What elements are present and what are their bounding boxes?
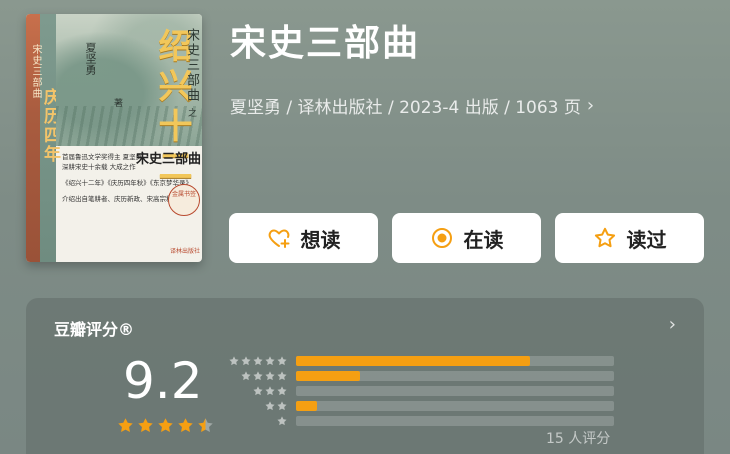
small-star-icon: [253, 356, 263, 366]
book-meta-text: 夏坚勇 / 译林出版社 / 2023-4 出版 / 1063 页: [230, 98, 581, 118]
rating-distribution-row: [226, 399, 614, 413]
book-cover[interactable]: 宋史三部曲 庆历四年 夏坚勇 著 绍兴十二 宋史三部曲 之 首届鲁迅文学奖得主 …: [26, 14, 202, 262]
rating-distribution: [226, 354, 614, 429]
star-filled-icon: [178, 418, 193, 432]
cover-series-vertical: 宋史三部曲: [184, 28, 199, 103]
cover-seal-text: 金属书签: [171, 191, 196, 198]
spine-stack: 宋史三部曲 庆历四年: [26, 14, 60, 262]
distribution-bar-fill: [296, 371, 360, 381]
cover-seal: 金属书签: [168, 184, 200, 216]
distribution-bar-fill: [296, 356, 530, 366]
distribution-star-level: [226, 415, 288, 427]
distribution-bar-track: [296, 356, 614, 366]
cover-series-index: 之: [188, 109, 198, 119]
distribution-star-level: [226, 370, 288, 382]
small-star-icon: [241, 356, 251, 366]
star-filled-icon: [158, 418, 173, 432]
reading-label: 在读: [463, 227, 504, 252]
want-to-read-label: 想读: [300, 227, 341, 252]
rating-distribution-row: [226, 384, 614, 398]
heart-plus-icon: [268, 229, 289, 248]
distribution-star-level: [226, 385, 288, 397]
book-title: 宋史三部曲: [230, 23, 421, 64]
small-star-icon: [265, 401, 275, 411]
chevron-right-icon: ›: [668, 314, 676, 335]
rating-card[interactable]: 豆瓣评分® › 9.2 15 人评分: [26, 298, 704, 454]
small-star-icon: [265, 386, 275, 396]
reading-button[interactable]: 在读: [392, 213, 541, 263]
small-star-icon: [229, 356, 239, 366]
small-star-icon: [277, 416, 287, 426]
cover-author-suffix: 著: [114, 99, 124, 109]
cover-publisher-mark: 译林出版社: [170, 248, 201, 255]
star-filled-icon: [118, 418, 133, 432]
small-star-icon: [241, 371, 251, 381]
star-filled-icon: [138, 418, 153, 432]
want-to-read-button[interactable]: 想读: [229, 213, 378, 263]
distribution-bar-track: [296, 416, 614, 426]
small-star-icon: [265, 356, 275, 366]
small-star-icon: [277, 386, 287, 396]
small-star-icon: [253, 386, 263, 396]
distribution-bar-track: [296, 371, 614, 381]
rating-stars: [116, 416, 215, 435]
small-star-icon: [277, 356, 287, 366]
distribution-bar-track: [296, 386, 614, 396]
distribution-bar-track: [296, 401, 614, 411]
small-star-icon: [277, 371, 287, 381]
star-half-icon: [198, 418, 213, 432]
rating-title: 豆瓣评分®: [54, 320, 135, 339]
rating-distribution-row: [226, 414, 614, 428]
cover-author: 夏坚勇: [84, 42, 97, 75]
distribution-star-level: [226, 400, 288, 412]
chevron-right-icon: ›: [586, 95, 595, 116]
distribution-bar-fill: [296, 401, 317, 411]
star-outline-icon: [594, 227, 615, 248]
have-read-label: 读过: [626, 227, 667, 252]
small-star-icon: [253, 371, 263, 381]
rating-distribution-row: [226, 369, 614, 383]
target-icon: [431, 228, 452, 248]
rating-distribution-row: [226, 354, 614, 368]
cover-series-label: 宋史三部曲: [136, 152, 202, 167]
reading-status-actions: 想读 在读 读过: [229, 213, 704, 263]
book-meta-link[interactable]: 夏坚勇 / 译林出版社 / 2023-4 出版 / 1063 页 ›: [230, 93, 594, 118]
small-star-icon: [277, 401, 287, 411]
have-read-button[interactable]: 读过: [555, 213, 704, 263]
small-star-icon: [265, 371, 275, 381]
rating-count: 15 人评分: [546, 431, 611, 447]
distribution-star-level: [226, 355, 288, 367]
rating-score: 9.2: [123, 352, 203, 410]
